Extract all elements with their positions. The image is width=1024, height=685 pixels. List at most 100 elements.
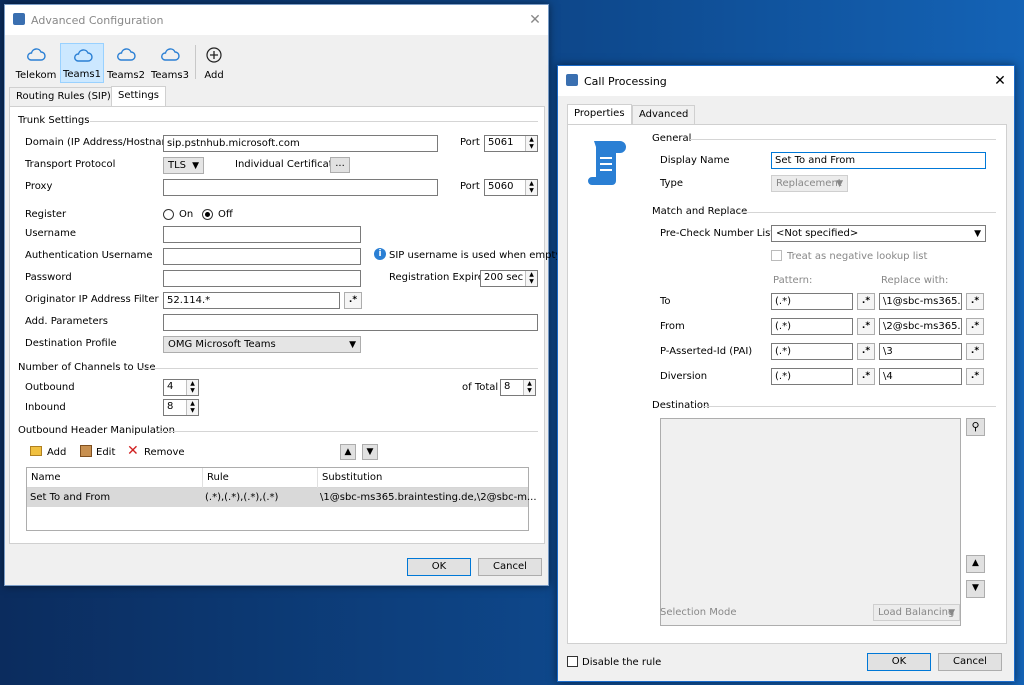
title-bar: Call Processing ✕ — [558, 66, 1014, 96]
add-button[interactable]: Add — [47, 447, 66, 458]
pai-pattern-input[interactable]: (.*) — [771, 343, 853, 360]
register-on-radio[interactable] — [163, 209, 174, 220]
register-label: Register — [25, 209, 67, 220]
password-input[interactable] — [163, 270, 361, 287]
regex-button[interactable]: .* — [344, 292, 362, 309]
display-name-label: Display Name — [660, 155, 730, 166]
from-pattern-input[interactable]: (.*) — [771, 318, 853, 335]
row-diversion-label: Diversion — [660, 371, 708, 382]
from-replace-input[interactable]: \2@sbc-ms365.bra — [879, 318, 962, 335]
proxy-label: Proxy — [25, 181, 53, 192]
plus-circle-icon — [206, 47, 222, 63]
col-rule[interactable]: Rule — [207, 472, 229, 483]
to-replace-regex-button[interactable]: .* — [966, 293, 984, 310]
group-match-replace: Match and Replace — [652, 206, 748, 217]
display-name-input[interactable]: Set To and From — [771, 152, 986, 169]
close-icon[interactable]: ✕ — [525, 11, 545, 29]
diversion-replace-input[interactable]: \4 — [879, 368, 962, 385]
of-total-stepper[interactable]: 8 ▲ ▼ — [500, 379, 536, 396]
toolbar-teams2[interactable]: Teams2 — [104, 43, 148, 83]
cloud-icon — [27, 48, 46, 61]
dest-profile-select[interactable]: OMG Microsoft Teams ▼ — [163, 336, 361, 353]
cert-button[interactable]: ... — [330, 157, 350, 173]
pai-replace-input[interactable]: \3 — [879, 343, 962, 360]
originator-input[interactable]: 52.114.* — [163, 292, 340, 309]
precheck-select[interactable]: <Not specified> ▼ — [771, 225, 986, 242]
diversion-pattern-regex-button[interactable]: .* — [857, 368, 875, 385]
auth-username-input[interactable] — [163, 248, 361, 265]
toolbar-teams3[interactable]: Teams3 — [148, 43, 192, 83]
edit-icon — [80, 445, 92, 457]
auth-note: SIP username is used when empty. — [389, 250, 564, 261]
cancel-button[interactable]: Cancel — [478, 558, 542, 576]
cert-label: Individual Certificate — [235, 159, 339, 170]
app-icon — [566, 74, 578, 86]
from-replace-regex-button[interactable]: .* — [966, 318, 984, 335]
proxy-input[interactable] — [163, 179, 438, 196]
window-title: Call Processing — [584, 75, 667, 88]
remove-button[interactable]: Remove — [144, 447, 185, 458]
disable-rule-label: Disable the rule — [582, 657, 662, 668]
pattern-header: Pattern: — [773, 275, 813, 286]
header-table: Name Rule Substitution Set To and From (… — [26, 467, 537, 531]
negative-lookup-label: Treat as negative lookup list — [787, 251, 928, 262]
outbound-stepper[interactable]: 4 ▲ ▼ — [163, 379, 199, 396]
register-off-radio[interactable] — [202, 209, 213, 220]
toolbar-telekom[interactable]: Telekom — [14, 43, 58, 83]
toolbar-teams1[interactable]: Teams1 — [60, 43, 104, 83]
tab-properties[interactable]: Properties — [567, 104, 632, 125]
to-replace-input[interactable]: \1@sbc-ms365.bra — [879, 293, 962, 310]
pai-pattern-regex-button[interactable]: .* — [857, 343, 875, 360]
replace-header: Replace with: — [881, 275, 949, 286]
tab-settings[interactable]: Settings — [111, 86, 167, 107]
from-pattern-regex-button[interactable]: .* — [857, 318, 875, 335]
pai-replace-regex-button[interactable]: .* — [966, 343, 984, 360]
disable-rule-checkbox[interactable] — [567, 656, 578, 667]
move-up-icon[interactable]: ▲ — [966, 555, 985, 573]
destination-list[interactable] — [660, 418, 961, 626]
close-icon[interactable]: ✕ — [990, 72, 1010, 90]
tab-routing-rules[interactable]: Routing Rules (SIP) — [9, 87, 118, 107]
type-select[interactable]: Replacement ▼ — [771, 175, 848, 192]
domain-input[interactable]: sip.pstnhub.microsoft.com — [163, 135, 438, 152]
group-destination: Destination — [652, 400, 710, 411]
toolbar-add[interactable]: Add — [192, 43, 236, 83]
proxy-port-stepper[interactable]: 5060 ▲ ▼ — [484, 179, 538, 196]
diversion-replace-regex-button[interactable]: .* — [966, 368, 984, 385]
reg-expires-label: Registration Expires — [389, 272, 490, 283]
move-up-icon[interactable]: ▲ — [340, 444, 356, 460]
search-icon[interactable]: ⚲ — [966, 418, 985, 436]
group-header-manip: Outbound Header Manipulation — [18, 425, 176, 436]
to-pattern-regex-button[interactable]: .* — [857, 293, 875, 310]
col-substitution[interactable]: Substitution — [322, 472, 382, 483]
diversion-pattern-input[interactable]: (.*) — [771, 368, 853, 385]
group-general: General — [652, 133, 692, 144]
username-input[interactable] — [163, 226, 361, 243]
move-down-icon[interactable]: ▼ — [966, 580, 985, 598]
reg-expires-stepper[interactable]: 200 sec ▲ ▼ — [480, 270, 538, 287]
table-header: Name Rule Substitution — [27, 468, 528, 488]
to-pattern-input[interactable]: (.*) — [771, 293, 853, 310]
cloud-icon — [161, 48, 180, 61]
row-pai-label: P-Asserted-Id (PAI) — [660, 346, 753, 357]
port-stepper[interactable]: 5061 ▲ ▼ — [484, 135, 538, 152]
app-icon — [13, 13, 25, 25]
cloud-icon — [117, 48, 136, 61]
cancel-button[interactable]: Cancel — [938, 653, 1002, 671]
add-icon — [30, 446, 42, 456]
table-row[interactable]: Set To and From (.*),(.*),(.*),(.*) \1@s… — [27, 488, 537, 507]
settings-panel: Trunk Settings Domain (IP Address/Hostna… — [9, 106, 563, 544]
inbound-stepper[interactable]: 8 ▲ ▼ — [163, 399, 199, 416]
ok-button[interactable]: OK — [867, 653, 931, 671]
add-params-input[interactable] — [163, 314, 538, 331]
selection-mode-select[interactable]: Load Balancing ▼ — [873, 604, 960, 621]
advanced-configuration-window: Advanced Configuration ✕ Telekom Teams1 … — [4, 4, 563, 586]
call-processing-window: Call Processing ✕ Properties Advanced Ge… — [557, 65, 1015, 682]
move-down-icon[interactable]: ▼ — [362, 444, 378, 460]
ok-button[interactable]: OK — [407, 558, 471, 576]
negative-lookup-checkbox[interactable] — [771, 250, 782, 261]
edit-button[interactable]: Edit — [96, 447, 115, 458]
transport-select[interactable]: TLS ▼ — [163, 157, 204, 174]
tab-advanced[interactable]: Advanced — [632, 105, 696, 125]
col-name[interactable]: Name — [31, 472, 61, 483]
